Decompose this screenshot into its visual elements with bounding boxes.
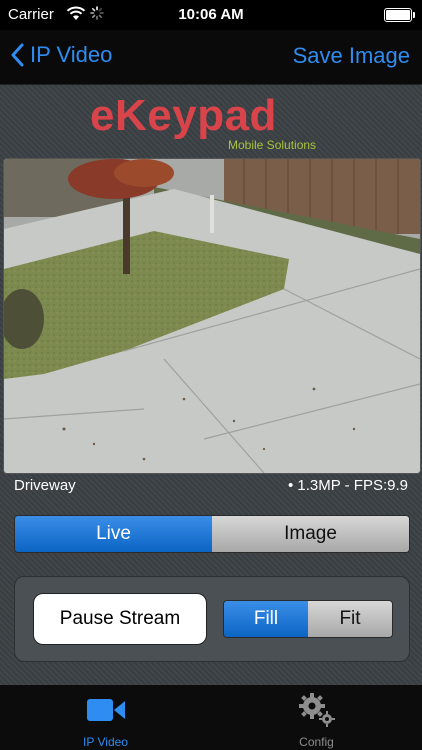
camera-video-feed[interactable] xyxy=(3,158,421,474)
chevron-left-icon xyxy=(11,43,24,67)
video-camera-icon xyxy=(86,695,126,725)
status-bar: Carrier 10:06 AM xyxy=(0,0,422,30)
app-logo-subtitle: Mobile Solutions xyxy=(228,138,317,152)
save-image-button[interactable]: Save Image xyxy=(293,43,410,69)
segment-image[interactable]: Image xyxy=(212,516,409,552)
pause-stream-button[interactable]: Pause Stream xyxy=(33,593,207,645)
scale-mode-segmented-control: Fill Fit xyxy=(223,600,393,638)
segment-fit[interactable]: Fit xyxy=(308,601,392,637)
segment-live[interactable]: Live xyxy=(15,516,212,552)
segment-fill[interactable]: Fill xyxy=(224,601,308,637)
back-button[interactable]: IP Video xyxy=(10,42,112,68)
tab-ip-video[interactable]: IP Video xyxy=(0,685,211,750)
tab-label: Config xyxy=(299,735,334,749)
tab-bar: IP Video Config xyxy=(0,685,422,750)
stream-controls-panel: Pause Stream Fill Fit xyxy=(14,576,410,662)
app-logo-title: eKeypad xyxy=(90,91,277,140)
navigation-bar: IP Video Save Image xyxy=(0,30,422,85)
battery-icon xyxy=(384,8,415,22)
back-button-label: IP Video xyxy=(30,42,113,67)
tab-label: IP Video xyxy=(83,735,128,749)
camera-stream-info: • 1.3MP - FPS:9.9 xyxy=(287,477,408,494)
main-content: eKeypad Mobile Solutions Driveway • 1.3M… xyxy=(0,85,422,685)
tab-config[interactable]: Config xyxy=(211,685,422,750)
view-mode-segmented-control: Live Image xyxy=(14,515,410,553)
clock-time: 10:06 AM xyxy=(178,6,244,23)
gears-icon xyxy=(298,693,335,727)
camera-name-label: Driveway xyxy=(14,477,76,494)
